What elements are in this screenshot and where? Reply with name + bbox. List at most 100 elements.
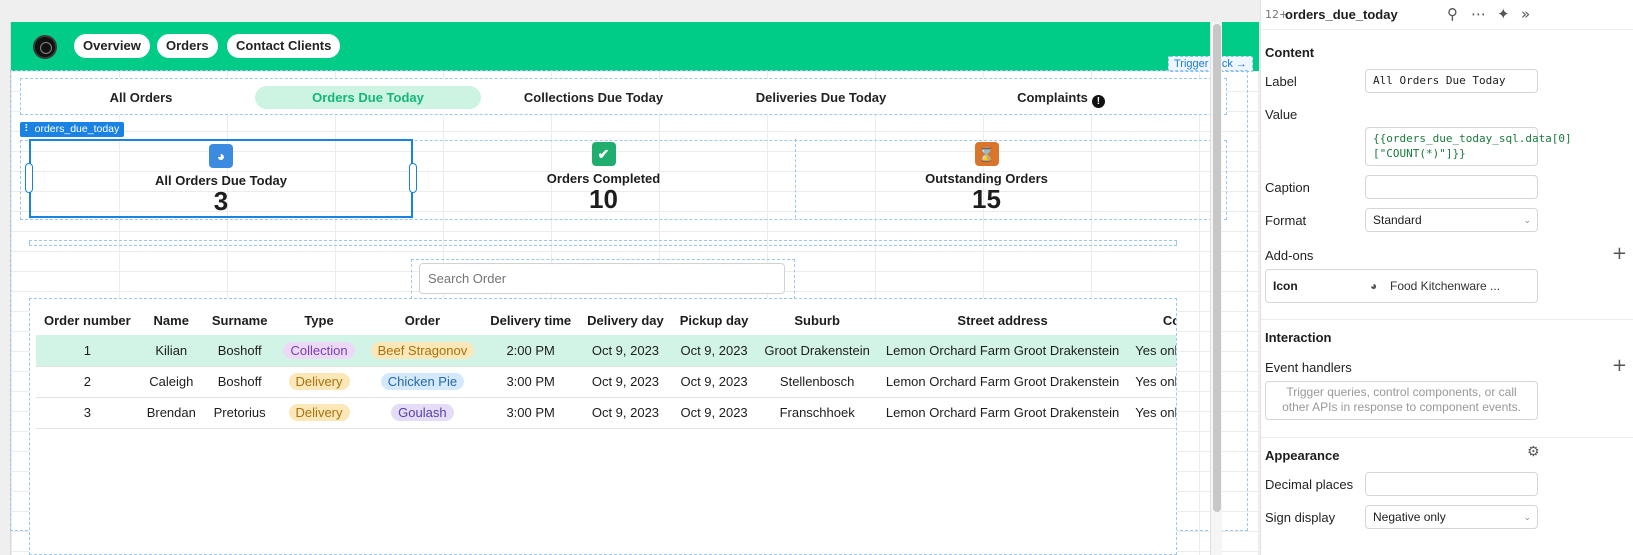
table-cell[interactable]: Chicken Pie	[362, 366, 483, 398]
add-event-handler-icon[interactable]: +	[1612, 355, 1627, 376]
tab-complaints[interactable]: Complaints!	[981, 86, 1141, 109]
icon-addon-row[interactable]: Icon ◕ Food Kitchenware ...	[1265, 269, 1538, 303]
table-row[interactable]: 2 Caleigh Boshoff Delivery Chicken Pie 3:00 P…	[36, 366, 1176, 398]
table-cell[interactable]: Boshoff	[203, 366, 276, 398]
orders-table: Order number Name Surname Type Order Del…	[36, 305, 1176, 429]
search-icon[interactable]: ⚲	[1447, 5, 1458, 23]
table-cell[interactable]: Yes only want ironi	[1127, 335, 1176, 367]
table-cell[interactable]: Oct 9, 2023	[671, 335, 757, 367]
table-cell[interactable]: Lemon Orchard Farm Groot Drakenstein	[877, 335, 1128, 367]
label-input[interactable]: All Orders Due Today	[1365, 69, 1538, 93]
stat-all-orders-due-today[interactable]: ◕ All Orders Due Today 3	[25, 139, 417, 218]
value-field-label: Value	[1265, 107, 1298, 122]
table-cell[interactable]: 1	[36, 335, 139, 367]
caption-field-label: Caption	[1265, 180, 1310, 195]
column-header[interactable]: Type	[275, 305, 362, 335]
table-cell[interactable]: Lemon Orchard Farm Groot Drakenstein	[877, 397, 1128, 429]
table-cell[interactable]: Caleigh	[138, 366, 204, 398]
table-cell[interactable]: Beef Stragonov	[362, 335, 483, 367]
column-header[interactable]: Order	[363, 305, 483, 335]
column-header[interactable]: Delivery time	[482, 305, 579, 335]
add-addon-icon[interactable]: +	[1612, 243, 1627, 264]
table-cell[interactable]: Yes only want ironi	[1127, 366, 1176, 398]
table-cell[interactable]: Boshoff	[203, 335, 276, 367]
table-cell[interactable]: Collection	[275, 335, 363, 367]
stat-value: 10	[589, 184, 618, 214]
table-cell[interactable]: Kilian	[138, 335, 204, 367]
table-row[interactable]: 3 Brendan Pretorius Delivery Goulash 3:00 PM O…	[36, 397, 1176, 429]
format-field-label: Format	[1265, 213, 1307, 228]
column-header[interactable]: Suburb	[756, 305, 878, 335]
table-cell[interactable]: Franschhoek	[756, 397, 878, 429]
inspector-panel: 12+ orders_due_today ⚲ ⋯ ✦ » Content Lab…	[1260, 0, 1633, 555]
check-badge-icon: ✔	[591, 142, 616, 166]
table-cell[interactable]: Groot Drakenstein	[756, 335, 878, 367]
value-code-input[interactable]: {{orders_due_today_sql.data[0] ["COUNT(*…	[1365, 127, 1572, 166]
table-cell[interactable]: Goulash	[362, 397, 483, 429]
pin-icon[interactable]: ✦	[1497, 5, 1510, 23]
label-field-label: Label	[1265, 74, 1297, 89]
component-name-tag[interactable]: ⠇ orders_due_today	[20, 122, 125, 137]
column-header[interactable]: Commer	[1127, 305, 1176, 335]
caption-input[interactable]	[1365, 175, 1538, 199]
table-cell[interactable]: Oct 9, 2023	[671, 397, 757, 429]
column-header[interactable]: Street address	[878, 305, 1127, 335]
resize-handle-left[interactable]	[25, 163, 33, 193]
sliders-icon[interactable]: ⚙	[1527, 444, 1540, 460]
column-header[interactable]: Name	[139, 305, 204, 335]
tab-collections-due-today[interactable]: Collections Due Today	[501, 86, 686, 109]
column-header[interactable]: Surname	[204, 305, 276, 335]
table-cell[interactable]: Oct 9, 2023	[671, 366, 757, 398]
type-tag: Delivery	[288, 373, 350, 390]
table-cell[interactable]: Oct 9, 2023	[579, 366, 672, 398]
canvas-scrollbar[interactable]	[1210, 22, 1222, 555]
table-cell[interactable]: 3:00 PM	[482, 397, 580, 429]
event-handlers-placeholder[interactable]: Trigger queries, control components, or …	[1265, 381, 1538, 420]
column-header[interactable]: Pickup day	[672, 305, 757, 335]
table-cell[interactable]: Lemon Orchard Farm Groot Drakenstein	[877, 366, 1128, 398]
table-cell[interactable]: Delivery	[275, 397, 363, 429]
table-cell[interactable]: Pretorius	[203, 397, 276, 429]
table-header-row: Order number Name Surname Type Order Del…	[36, 305, 1176, 335]
stat-outstanding-orders[interactable]: ⌛ Outstanding Orders 15	[795, 139, 1177, 218]
table-cell[interactable]: Oct 9, 2023	[579, 335, 672, 367]
stat-orders-completed[interactable]: ✔ Orders Completed 10	[413, 139, 794, 218]
nav-contact-clients-button[interactable]: Contact Clients	[227, 34, 341, 58]
table-cell[interactable]: 2:00 PM	[482, 335, 580, 367]
table-cell[interactable]: Brendan	[138, 397, 204, 429]
component-name[interactable]: orders_due_today	[1285, 7, 1398, 22]
column-header[interactable]: Delivery day	[579, 305, 672, 335]
icon-addon-label: Icon	[1273, 279, 1298, 293]
order-tag: Chicken Pie	[380, 373, 465, 390]
search-order-input[interactable]	[419, 263, 785, 294]
collapse-panel-icon[interactable]: »	[1521, 5, 1530, 23]
interaction-section-title: Interaction	[1265, 330, 1332, 345]
sign-display-select[interactable]: Negative only ⌄	[1365, 505, 1538, 529]
spacer-container	[29, 240, 1177, 246]
format-select[interactable]: Standard ⌄	[1365, 208, 1538, 232]
inspector-header: 12+ orders_due_today ⚲ ⋯ ✦ »	[1261, 0, 1633, 30]
table-cell[interactable]: 3:00 PM	[482, 366, 580, 398]
table-cell[interactable]: Stellenbosch	[756, 366, 878, 398]
table-row[interactable]: 1 Kilian Boshoff Collection Beef Stragonov 2:…	[36, 335, 1176, 367]
nav-overview-button[interactable]: Overview	[74, 34, 150, 58]
table-cell[interactable]: Delivery	[275, 366, 363, 398]
column-header[interactable]: Order number	[36, 305, 139, 335]
table-cell[interactable]: 2	[36, 366, 139, 398]
tab-orders-due-today[interactable]: Orders Due Today	[255, 86, 481, 109]
table-cell[interactable]: Yes only want ironi	[1127, 397, 1176, 429]
order-tag: Beef Stragonov	[370, 341, 475, 359]
scrollbar-thumb[interactable]	[1213, 24, 1221, 512]
appearance-section-title: Appearance	[1265, 448, 1340, 463]
tab-all-orders[interactable]: All Orders	[81, 86, 201, 109]
section-divider	[1261, 319, 1633, 320]
table-cell[interactable]: Oct 9, 2023	[579, 397, 672, 429]
stat-value: 3	[213, 186, 229, 216]
top-navigation-bar: Overview Orders Contact Clients	[11, 22, 1259, 71]
tab-deliveries-due-today[interactable]: Deliveries Due Today	[729, 86, 913, 109]
more-options-icon[interactable]: ⋯	[1471, 5, 1486, 23]
addons-label: Add-ons	[1265, 248, 1314, 263]
nav-orders-button[interactable]: Orders	[157, 34, 218, 58]
table-cell[interactable]: 3	[36, 397, 139, 429]
decimal-places-input[interactable]	[1365, 472, 1538, 496]
